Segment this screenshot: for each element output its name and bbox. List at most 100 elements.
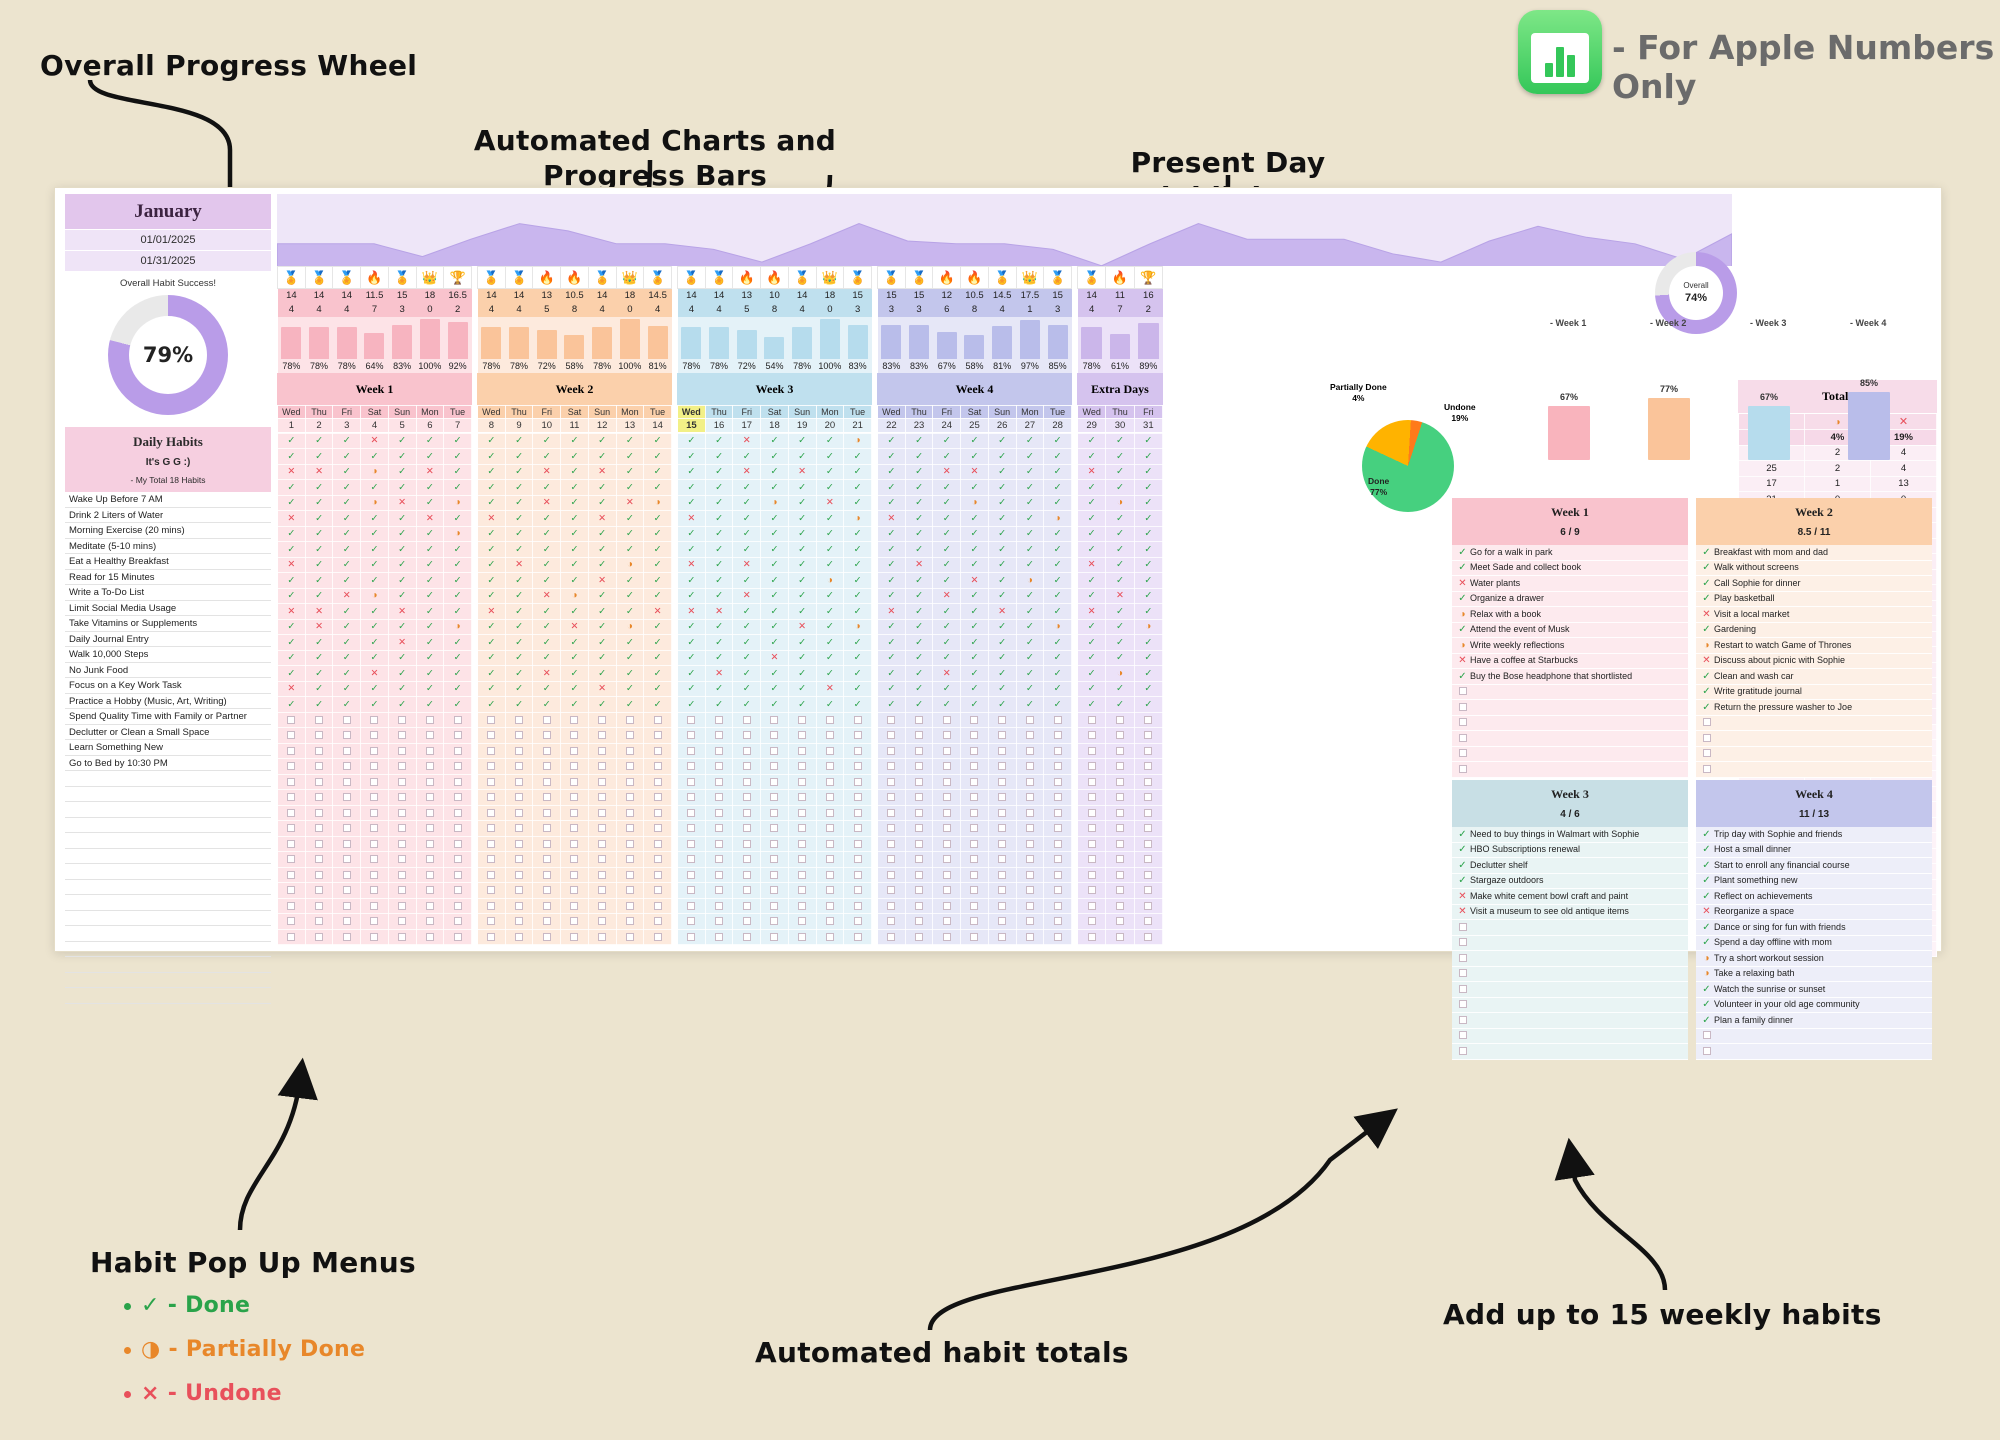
habit-status-cell[interactable]: ✓ [1015, 510, 1045, 527]
habit-status-cell-empty[interactable] [1076, 913, 1107, 930]
weekly-card-status-icon[interactable] [1455, 716, 1470, 731]
checkbox-icon[interactable] [1025, 855, 1034, 864]
habit-status-cell-empty[interactable] [877, 742, 906, 759]
habit-status-cell[interactable]: ✓ [1076, 587, 1107, 604]
habit-status-cell[interactable]: ✓ [704, 587, 734, 604]
habit-status-cell-empty[interactable] [415, 742, 445, 759]
habit-status-cell[interactable]: ✓ [987, 649, 1017, 666]
habit-status-cell[interactable]: ✓ [904, 634, 934, 651]
habit-status-cell[interactable]: ✓ [932, 541, 962, 558]
habit-status-cell[interactable]: ✓ [415, 572, 445, 589]
habit-status-cell-empty[interactable] [504, 727, 534, 744]
checkbox-icon[interactable] [915, 870, 924, 879]
weekly-card-row[interactable]: ✕ Have a coffee at Starbucks [1452, 654, 1688, 669]
weekly-card-row[interactable]: ✓ Clean and wash car [1696, 669, 1932, 685]
weekly-card-row[interactable]: ✓ Go for a walk in park [1452, 545, 1688, 561]
habit-status-cell[interactable]: ✓ [877, 432, 906, 449]
habit-status-cell[interactable]: ◑ [643, 494, 672, 511]
checkbox-icon[interactable] [715, 762, 724, 771]
habit-status-cell[interactable]: ✓ [477, 572, 506, 589]
habit-status-cell-empty[interactable] [477, 897, 506, 914]
checkbox-icon[interactable] [598, 886, 607, 895]
habit-status-cell-empty[interactable] [532, 727, 562, 744]
habit-status-cell[interactable]: ✕ [387, 634, 417, 651]
habit-status-cell[interactable]: ✓ [504, 634, 534, 651]
habit-status-cell-empty[interactable] [732, 711, 762, 728]
habit-status-cell-empty[interactable] [360, 742, 389, 759]
habit-status-cell[interactable]: ✓ [677, 572, 706, 589]
habit-status-cell[interactable]: ✓ [987, 587, 1017, 604]
checkbox-icon[interactable] [1115, 855, 1124, 864]
habit-status-cell[interactable]: ◑ [360, 494, 389, 511]
habit-status-cell[interactable]: ✕ [587, 680, 617, 697]
habit-status-cell-empty[interactable] [332, 789, 362, 806]
checkbox-icon[interactable] [287, 901, 296, 910]
habit-status-cell-empty[interactable] [532, 742, 562, 759]
checkbox-icon[interactable] [1115, 932, 1124, 941]
checkbox-icon[interactable] [1115, 746, 1124, 755]
habit-status-cell[interactable]: ✓ [1133, 696, 1164, 713]
habit-status-cell-empty[interactable] [843, 851, 872, 868]
checkbox-icon[interactable] [887, 762, 896, 771]
habit-status-cell-empty[interactable] [1105, 882, 1135, 899]
checkbox-icon[interactable] [453, 839, 462, 848]
checkbox-icon[interactable] [515, 932, 524, 941]
habit-status-cell-empty[interactable] [415, 727, 445, 744]
habit-status-cell-empty[interactable] [677, 773, 706, 790]
habit-status-cell-empty[interactable] [987, 882, 1017, 899]
habit-name-row[interactable]: Focus on a Key Work Task [65, 678, 271, 694]
weekly-card-row[interactable]: ✓ Write gratitude journal [1696, 685, 1932, 700]
habit-status-cell[interactable]: ✓ [904, 649, 934, 666]
checkbox-icon[interactable] [287, 855, 296, 864]
habit-status-cell[interactable]: ✓ [1133, 649, 1164, 666]
habit-name-row[interactable]: Go to Bed by 10:30 PM [65, 756, 271, 771]
habit-status-cell[interactable]: ✕ [815, 680, 845, 697]
checkbox-icon[interactable] [1053, 839, 1062, 848]
checkbox-icon[interactable] [915, 746, 924, 755]
habit-status-cell-empty[interactable] [477, 804, 506, 821]
checkbox-icon[interactable] [370, 901, 379, 910]
checkbox-icon[interactable] [598, 932, 607, 941]
habit-status-cell[interactable]: ✓ [932, 510, 962, 527]
habit-status-cell[interactable]: ✓ [932, 603, 962, 620]
habit-status-cell[interactable]: ✕ [732, 587, 762, 604]
weekly-card-row[interactable]: ✓ Need to buy things in Walmart with Soph… [1452, 827, 1688, 843]
checkbox-icon[interactable] [798, 870, 807, 879]
checkbox-icon[interactable] [915, 762, 924, 771]
habit-status-cell-empty[interactable] [1043, 804, 1072, 821]
habit-status-cell[interactable]: ✕ [787, 618, 817, 635]
checkbox-icon[interactable] [625, 746, 634, 755]
habit-status-cell[interactable]: ✓ [877, 448, 906, 465]
habit-status-cell-empty[interactable] [532, 866, 562, 883]
habit-status-cell[interactable]: ✓ [1133, 556, 1164, 573]
checkbox-icon[interactable] [515, 886, 524, 895]
checkbox-icon[interactable] [1144, 793, 1153, 802]
weekly-card-status-icon[interactable]: ✓ [1699, 936, 1714, 951]
habit-status-cell-empty[interactable] [960, 882, 989, 899]
habit-status-cell[interactable]: ✓ [1043, 634, 1072, 651]
habit-status-cell[interactable]: ✓ [677, 587, 706, 604]
habit-status-cell-empty[interactable] [960, 789, 989, 806]
checkbox-icon[interactable] [1115, 808, 1124, 817]
checkbox-icon[interactable] [287, 808, 296, 817]
checkbox-icon[interactable] [1053, 793, 1062, 802]
habit-status-cell[interactable]: ✓ [1105, 696, 1135, 713]
habit-status-cell[interactable]: ✓ [443, 448, 472, 465]
checkbox-icon[interactable] [1053, 808, 1062, 817]
habit-status-cell[interactable]: ✓ [987, 448, 1017, 465]
checkbox-icon[interactable] [687, 839, 696, 848]
weekly-card-row[interactable] [1452, 685, 1688, 700]
habit-status-cell[interactable]: ◑ [443, 494, 472, 511]
habit-name-row[interactable]: Drink 2 Liters of Water [65, 508, 271, 523]
habit-status-cell[interactable]: ✓ [843, 696, 872, 713]
habit-name-row-empty[interactable] [65, 957, 271, 973]
checkbox-icon[interactable] [942, 855, 951, 864]
habit-status-cell-empty[interactable] [704, 928, 734, 945]
habit-status-cell-empty[interactable] [1133, 835, 1164, 852]
habit-status-cell[interactable]: ✓ [932, 680, 962, 697]
habit-status-cell[interactable]: ✓ [387, 556, 417, 573]
checkbox-icon[interactable] [570, 870, 579, 879]
checkbox-icon[interactable] [715, 886, 724, 895]
habit-status-cell[interactable]: ✓ [615, 541, 645, 558]
checkbox-icon[interactable] [515, 746, 524, 755]
